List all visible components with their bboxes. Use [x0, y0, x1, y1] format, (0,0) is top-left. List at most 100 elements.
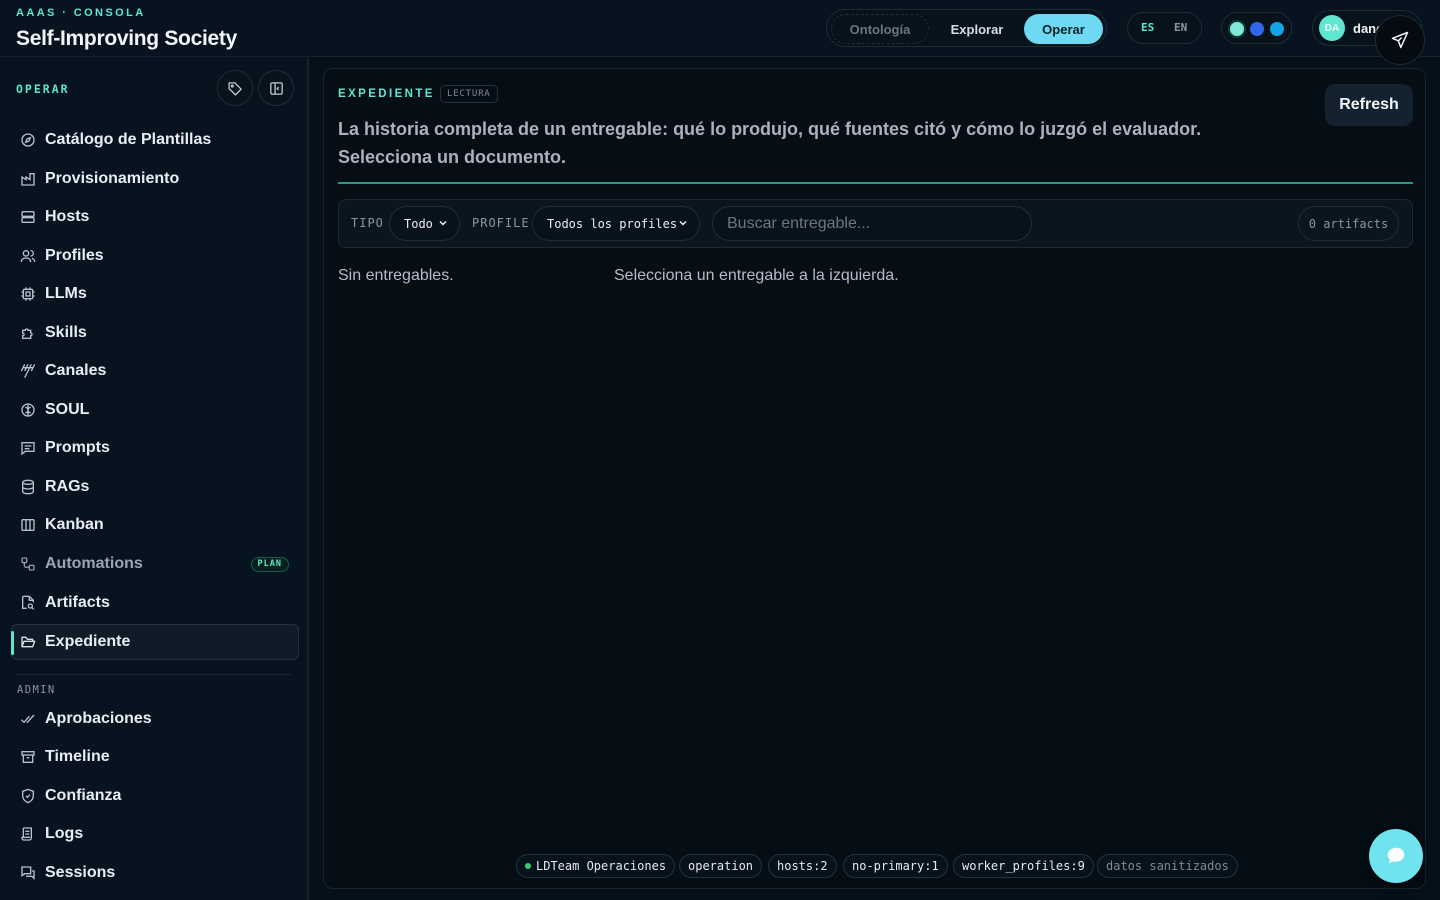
hosts-chip: hosts:2: [768, 854, 837, 878]
sidebar-item-timeline[interactable]: Timeline: [11, 739, 299, 775]
panel-left-icon: [269, 81, 283, 95]
folder-open-icon: [21, 636, 36, 648]
sidebar-item-profiles[interactable]: Profiles: [11, 238, 299, 274]
sidebar-item-label: Catálogo de Plantillas: [45, 131, 212, 148]
mode-explorar-button[interactable]: Explorar: [935, 14, 1019, 44]
send-feedback-button[interactable]: [1375, 15, 1425, 65]
sidebar-item-hosts[interactable]: Hosts: [11, 199, 299, 235]
server-icon: [21, 211, 35, 223]
theme-switcher: [1221, 12, 1292, 44]
sidebar-section-title: OPERAR: [16, 82, 70, 96]
mode-switcher: Ontología Explorar Operar: [826, 9, 1107, 47]
mode-ontologia-button[interactable]: Ontología: [831, 14, 929, 44]
sidebar-item-label: Automations: [45, 555, 143, 572]
scroll-icon: [21, 827, 32, 841]
chat-bubble-icon: [1387, 847, 1405, 864]
brand-kicker: AAAS · CONSOLA: [16, 7, 146, 19]
no-primary-chip: no-primary:1: [843, 854, 948, 878]
profile-label: PROFILE: [472, 216, 530, 230]
sidebar-item-label: Confianza: [45, 787, 122, 804]
workflow-icon: [21, 557, 35, 571]
sidebar-item-automations[interactable]: Automations PLAN: [11, 546, 299, 582]
chat-button[interactable]: [1369, 829, 1423, 883]
worker-profiles-chip: worker_profiles:9: [953, 854, 1094, 878]
search-placeholder: Buscar entregable...: [727, 215, 871, 232]
team-chip: LDTeam Operaciones: [516, 854, 676, 878]
theme-teal-swatch[interactable]: [1230, 22, 1244, 36]
sidebar-item-catalogo[interactable]: Catálogo de Plantillas: [11, 122, 299, 158]
shield-icon: [22, 788, 34, 804]
collapse-sidebar-button[interactable]: [258, 70, 294, 106]
antenna-icon: [20, 364, 36, 378]
sidebar: OPERAR Catálogo de Plantillas Provisiona…: [0, 57, 309, 900]
filter-bar: TIPO Todo PROFILE Todos los profiles Bus…: [338, 199, 1413, 248]
sidebar-item-label: Aprobaciones: [45, 710, 152, 727]
sidebar-item-skills[interactable]: Skills: [11, 315, 299, 351]
expediente-panel: EXPEDIENTE LECTURA La historia completa …: [323, 68, 1426, 889]
sidebar-item-label: RAGs: [45, 478, 90, 495]
empty-detail-message: Selecciona un entregable a la izquierda.: [614, 267, 899, 284]
tags-button[interactable]: [217, 70, 253, 106]
admin-section-title: ADMIN: [17, 684, 56, 696]
sidebar-item-label: Prompts: [45, 439, 110, 456]
chevron-down-icon: [439, 220, 447, 226]
sidebar-item-prompts[interactable]: Prompts: [11, 430, 299, 466]
plan-badge: PLAN: [250, 557, 289, 572]
lang-en-button[interactable]: EN: [1174, 21, 1187, 34]
sidebar-item-label: Artifacts: [45, 594, 110, 611]
sidebar-item-confianza[interactable]: Confianza: [11, 778, 299, 814]
message-icon: [21, 442, 35, 456]
sidebar-item-kanban[interactable]: Kanban: [11, 507, 299, 543]
language-switcher: ES EN: [1127, 12, 1202, 44]
tipo-label: TIPO: [351, 216, 384, 230]
refresh-button[interactable]: Refresh: [1325, 84, 1413, 126]
top-bar: AAAS · CONSOLA Self-Improving Society On…: [0, 0, 1440, 65]
file-search-icon: [22, 595, 35, 610]
read-only-badge: LECTURA: [440, 85, 498, 103]
page-description: La historia completa de un entregable: q…: [338, 119, 1202, 167]
lang-es-button[interactable]: ES: [1141, 21, 1154, 34]
sidebar-item-label: Sessions: [45, 864, 116, 881]
sidebar-item-expediente[interactable]: Expediente: [11, 624, 299, 660]
brain-icon: [21, 403, 35, 417]
empty-list-message: Sin entregables.: [338, 267, 454, 284]
sidebar-item-llms[interactable]: LLMs: [11, 276, 299, 312]
theme-blue-swatch[interactable]: [1250, 22, 1264, 36]
mode-operar-button[interactable]: Operar: [1024, 14, 1103, 44]
app-title: Self-Improving Society: [16, 27, 237, 50]
tipo-select[interactable]: Todo: [389, 206, 460, 241]
sidebar-item-provisionamiento[interactable]: Provisionamiento: [11, 161, 299, 197]
search-input[interactable]: Buscar entregable...: [712, 206, 1032, 241]
check-check-icon: [20, 714, 35, 724]
compass-icon: [21, 133, 35, 147]
sidebar-item-label: SOUL: [45, 401, 90, 418]
puzzle-icon: [22, 328, 33, 339]
paper-plane-icon: [1391, 31, 1409, 49]
profile-select[interactable]: Todos los profiles: [532, 206, 700, 241]
sidebar-item-canales[interactable]: Canales: [11, 353, 299, 389]
avatar: DA: [1319, 15, 1345, 41]
sidebar-item-sessions[interactable]: Sessions: [11, 855, 299, 891]
sanitized-chip: datos sanitizados: [1097, 854, 1238, 878]
theme-sky-swatch[interactable]: [1270, 22, 1284, 36]
columns-icon: [21, 519, 35, 531]
sidebar-item-rags[interactable]: RAGs: [11, 469, 299, 505]
header-divider: [338, 182, 1413, 184]
sidebar-item-label: Skills: [45, 324, 87, 341]
sidebar-item-label: Timeline: [45, 748, 110, 765]
sidebar-item-label: Logs: [45, 825, 84, 842]
artifact-count: 0 artifacts: [1298, 206, 1399, 241]
factory-icon: [21, 173, 35, 186]
users-icon: [20, 250, 36, 263]
database-icon: [22, 479, 34, 495]
status-dot: [525, 863, 531, 869]
sidebar-divider: [17, 674, 291, 675]
sidebar-item-label: Profiles: [45, 247, 104, 264]
sidebar-item-artifacts[interactable]: Artifacts: [11, 585, 299, 621]
tipo-value: Todo: [404, 217, 433, 231]
sidebar-item-label: LLMs: [45, 285, 87, 302]
sidebar-item-soul[interactable]: SOUL: [11, 392, 299, 428]
sidebar-item-aprobaciones[interactable]: Aprobaciones: [11, 701, 299, 737]
mode-chip: operation: [679, 854, 763, 878]
sidebar-item-logs[interactable]: Logs: [11, 816, 299, 852]
